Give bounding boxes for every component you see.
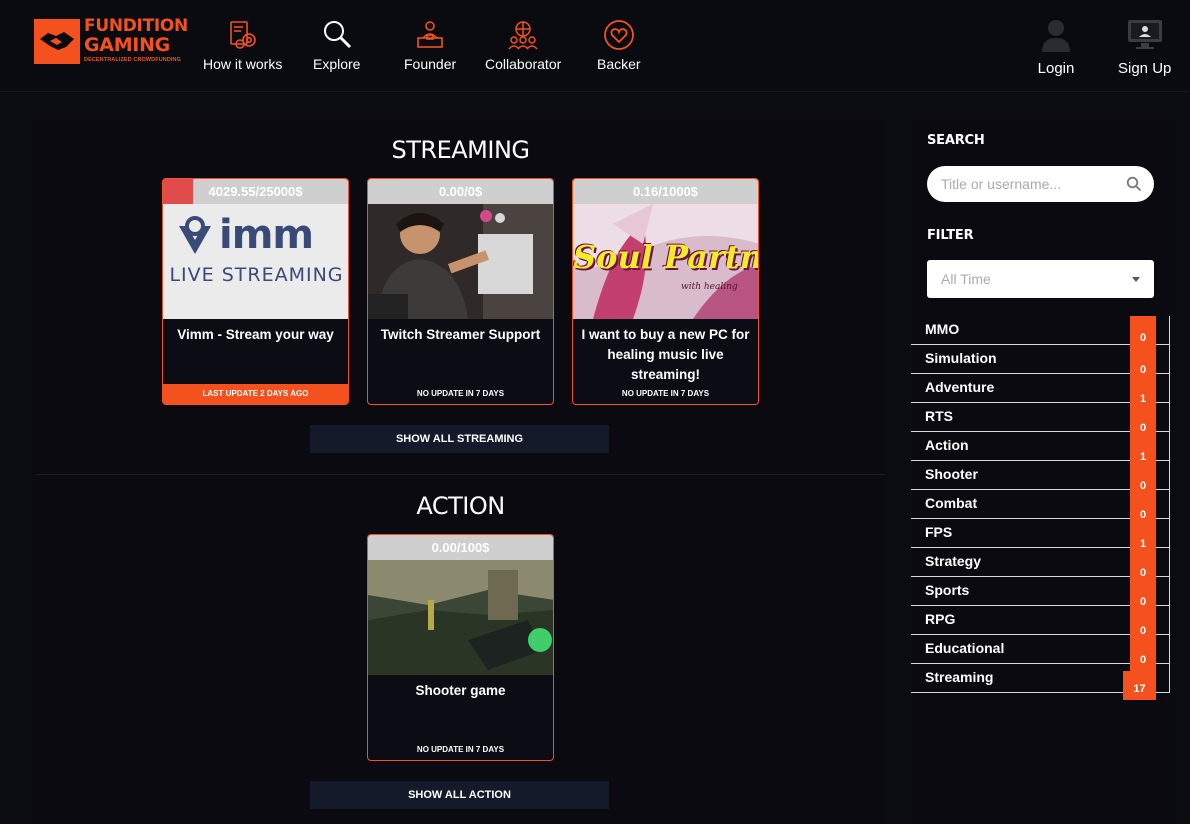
project-card-soul-partner[interactable]: 0.16/1000$ Soul Partn with healing I wan… [572, 178, 759, 405]
project-title: Shooter game [415, 683, 506, 698]
project-card-shooter-game[interactable]: 0.00/100$ Shooter game NO UPDATE IN 7 DA… [367, 534, 554, 761]
brand-name-line1: FUNDITION [84, 16, 188, 36]
category-label: FPS [925, 524, 953, 540]
category-label: MMO [925, 321, 960, 337]
gears-document-icon [226, 18, 260, 52]
category-count-badge: 17 [1123, 671, 1156, 700]
project-thumbnail: Soul Partn with healing [573, 204, 758, 319]
collaborators-icon [506, 18, 540, 52]
project-thumbnail: imm LIVE STREAMING [163, 204, 348, 319]
category-label: Shooter [925, 466, 978, 482]
search-input[interactable] [941, 175, 1121, 193]
nav-explore[interactable]: Explore [313, 18, 360, 72]
nav-label: Founder [404, 56, 457, 72]
nav-label: Explore [313, 56, 361, 72]
search-icon[interactable] [1126, 176, 1142, 192]
nav-label: Collaborator [485, 56, 562, 72]
update-status: NO UPDATE IN 7 DAYS [416, 389, 505, 398]
category-label: RTS [925, 408, 953, 424]
category-label: Streaming [925, 669, 994, 685]
show-all-streaming-button[interactable]: SHOW ALL STREAMING [310, 425, 609, 453]
monitor-user-icon [1125, 18, 1165, 52]
category-label: Action [925, 437, 969, 453]
brand-tagline: DECENTRALIZED CROWDFUNDING [84, 57, 182, 63]
nav-how-it-works[interactable]: How it works [203, 18, 282, 72]
thumbnail-brand-text: Soul Partn [573, 238, 758, 276]
projects-panel: STREAMING 4029.55/25000$ imm LIVE STREAM… [36, 120, 885, 824]
nav-collaborator[interactable]: Collaborator [485, 18, 561, 72]
magnifier-icon [320, 18, 354, 52]
login-button[interactable]: Login [1036, 18, 1076, 77]
project-thumbnail [368, 560, 553, 675]
search-box[interactable] [927, 166, 1154, 202]
category-label: Strategy [925, 553, 982, 569]
project-thumbnail [368, 204, 553, 319]
update-status: NO UPDATE IN 7 DAYS [621, 389, 710, 398]
fundition-gaming-logo[interactable]: FUNDITION GAMING DECENTRALIZED CROWDFUND… [34, 16, 188, 67]
nav-founder[interactable]: Founder [404, 18, 456, 72]
thumbnail-brand-text: imm [219, 212, 314, 258]
category-label: Simulation [925, 350, 997, 366]
project-title: Vimm - Stream your way [177, 327, 334, 342]
time-filter-select[interactable]: All Time [927, 260, 1154, 298]
thumbnail-subtitle-text: LIVE STREAMING [169, 264, 344, 286]
user-silhouette-icon [1036, 18, 1076, 52]
featured-ribbon [163, 179, 193, 204]
project-card-vimm[interactable]: 4029.55/25000$ imm LIVE STREAMING Vimm -… [162, 178, 349, 405]
project-title: I want to buy a new PC for healing music… [581, 327, 750, 382]
filter-heading: FILTER [927, 228, 974, 243]
top-navigation-bar: FUNDITION GAMING DECENTRALIZED CROWDFUND… [0, 0, 1190, 92]
nav-label: How it works [203, 56, 283, 72]
category-label: Educational [925, 640, 1005, 656]
section-divider [36, 474, 885, 475]
category-label: Sports [925, 582, 970, 598]
thumbnail-subtitle-text: with healing [681, 282, 738, 292]
handshake-logo-icon [34, 19, 80, 64]
category-label: RPG [925, 611, 956, 627]
category-label: Combat [925, 495, 978, 511]
time-filter-value: All Time [941, 271, 991, 287]
login-label: Login [1037, 60, 1075, 77]
project-card-twitch-streamer[interactable]: 0.00/0$ Twitch Streamer Support NO UPDAT… [367, 178, 554, 405]
brand-name-line2: GAMING [84, 34, 170, 56]
chevron-down-icon [1132, 277, 1140, 282]
signup-label: Sign Up [1118, 60, 1172, 77]
category-list-border [1169, 316, 1170, 693]
update-status: LAST UPDATE 2 DAYS AGO [163, 384, 348, 404]
search-heading: SEARCH [927, 133, 985, 148]
funding-amount: 0.16/1000$ [573, 179, 758, 204]
nav-label: Backer [597, 56, 641, 72]
heart-circle-icon [602, 18, 636, 52]
project-title: Twitch Streamer Support [380, 327, 541, 342]
section-title-action: ACTION [416, 492, 505, 520]
founder-desk-icon [413, 18, 447, 52]
category-label: Adventure [925, 379, 995, 395]
update-status: NO UPDATE IN 7 DAYS [416, 745, 505, 754]
show-all-action-button[interactable]: SHOW ALL ACTION [310, 781, 609, 809]
funding-amount: 0.00/0$ [368, 179, 553, 204]
nav-backer[interactable]: Backer [597, 18, 641, 72]
signup-button[interactable]: Sign Up [1118, 18, 1171, 77]
funding-amount: 0.00/100$ [368, 535, 553, 560]
section-title-streaming: STREAMING [391, 136, 531, 164]
sidebar: SEARCH FILTER All Time MMO0Simulation0Ad… [911, 120, 1170, 824]
